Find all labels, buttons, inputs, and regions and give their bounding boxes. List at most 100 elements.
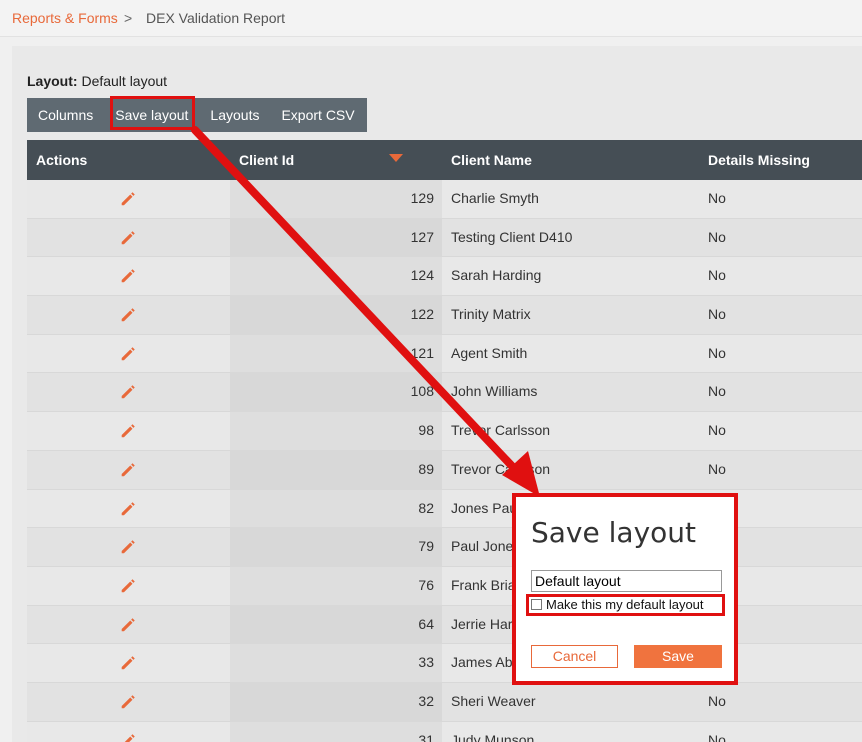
client-name-value: John Williams [451, 383, 538, 400]
client-name-cell: Sheri Weaver [442, 682, 698, 721]
details-missing-value: No [708, 190, 726, 206]
breadcrumb: Reports & Forms > DEX Validation Report [0, 0, 862, 37]
table-row: 121 Agent Smith No [27, 334, 862, 374]
client-name-value: Jones Pau [451, 499, 518, 516]
details-missing-cell: No [698, 334, 862, 373]
actions-cell [27, 334, 230, 373]
table-row: 124 Sarah Harding No [27, 257, 862, 297]
pencil-edit-icon[interactable] [119, 229, 137, 247]
layout-value: Default layout [81, 73, 168, 89]
details-missing-cell: No [698, 412, 862, 450]
actions-cell [27, 412, 230, 450]
client-name-cell: Trevor Carlsson [442, 450, 698, 489]
table-row: 32 Sheri Weaver No [27, 682, 862, 722]
details-missing-cell: No [698, 450, 862, 489]
pencil-edit-icon[interactable] [119, 267, 137, 285]
layout-name-input[interactable] [531, 570, 722, 592]
client-name-value: James Ab [451, 654, 513, 671]
client-id-value: 76 [418, 576, 434, 593]
client-name-value: Trevor Carlsson [451, 460, 551, 477]
client-name-value: Agent Smith [451, 344, 528, 361]
save-button[interactable]: Save [634, 645, 722, 668]
client-id-cell: 122 [230, 296, 442, 334]
details-missing-value: No [708, 344, 726, 361]
default-layout-checkbox-label[interactable]: Make this my default layout [546, 597, 704, 612]
client-id-value: 129 [410, 190, 434, 206]
details-missing-value: No [708, 267, 726, 284]
client-id-value: 82 [418, 499, 434, 516]
client-id-cell: 82 [230, 489, 442, 528]
pencil-edit-icon[interactable] [119, 190, 137, 208]
header-details-missing[interactable]: Details Missing [708, 140, 810, 180]
pencil-edit-icon[interactable] [119, 732, 137, 742]
details-missing-cell: No [698, 682, 862, 721]
client-name-cell: Charlie Smyth [442, 180, 698, 218]
client-name-cell: Testing Client D410 [442, 218, 698, 257]
client-name-value: Sheri Weaver [451, 692, 536, 709]
header-client-name[interactable]: Client Name [451, 140, 532, 180]
pencil-edit-icon[interactable] [119, 654, 137, 672]
layouts-button[interactable]: Layouts [199, 98, 270, 132]
breadcrumb-reports-forms-link[interactable]: Reports & Forms [12, 0, 118, 36]
pencil-edit-icon[interactable] [119, 345, 137, 363]
client-name-value: Charlie Smyth [451, 190, 539, 206]
columns-button[interactable]: Columns [27, 98, 104, 132]
pencil-edit-icon[interactable] [119, 306, 137, 324]
client-id-cell: 76 [230, 566, 442, 605]
client-id-cell: 32 [230, 682, 442, 721]
pencil-edit-icon[interactable] [119, 616, 137, 634]
client-name-value: Sarah Harding [451, 267, 542, 284]
client-id-value: 64 [418, 615, 434, 632]
header-actions: Actions [36, 152, 88, 168]
client-id-value: 122 [410, 306, 434, 323]
actions-cell [27, 566, 230, 605]
client-id-cell: 31 [230, 721, 442, 742]
pencil-edit-icon[interactable] [119, 577, 137, 595]
client-name-cell: Trinity Matrix [442, 296, 698, 334]
table-row: 127 Testing Client D410 No [27, 218, 862, 258]
table-row: 31 Judy Munson No [27, 721, 862, 742]
client-name-cell: Judy Munson [442, 721, 698, 742]
pencil-edit-icon[interactable] [119, 422, 137, 440]
client-id-cell: 79 [230, 528, 442, 566]
client-name-value: Jerrie Har [451, 615, 513, 632]
client-id-cell: 127 [230, 218, 442, 257]
actions-cell [27, 682, 230, 721]
client-id-value: 89 [418, 460, 434, 477]
pencil-edit-icon[interactable] [119, 383, 137, 401]
header-client-id[interactable]: Client Id [239, 140, 294, 180]
client-id-cell: 33 [230, 644, 442, 682]
details-missing-value: No [708, 460, 726, 477]
client-id-value: 121 [410, 344, 434, 361]
pencil-edit-icon[interactable] [119, 538, 137, 556]
actions-cell [27, 721, 230, 742]
grid-header: Actions Client Id Client Name Details Mi… [27, 140, 862, 180]
export-csv-button[interactable]: Export CSV [270, 98, 365, 132]
details-missing-cell: No [698, 373, 862, 412]
actions-cell [27, 257, 230, 296]
default-layout-checkbox[interactable] [531, 599, 542, 610]
client-id-value: 79 [418, 538, 434, 555]
cancel-button[interactable]: Cancel [531, 645, 618, 668]
client-name-cell: Agent Smith [442, 334, 698, 373]
save-layout-highlight [110, 96, 195, 130]
details-missing-value: No [708, 692, 726, 709]
details-missing-value: No [708, 422, 726, 439]
pencil-edit-icon[interactable] [119, 693, 137, 711]
client-name-cell: Sarah Harding [442, 257, 698, 296]
client-id-cell: 124 [230, 257, 442, 296]
client-name-value: Testing Client D410 [451, 228, 573, 245]
table-row: 98 Trevor Carlsson No [27, 412, 862, 451]
client-name-value: Frank Bria [451, 576, 516, 593]
client-id-value: 127 [410, 228, 434, 245]
sort-descending-icon[interactable] [389, 154, 403, 162]
actions-cell [27, 489, 230, 528]
pencil-edit-icon[interactable] [119, 500, 137, 518]
pencil-edit-icon[interactable] [119, 461, 137, 479]
details-missing-cell: No [698, 296, 862, 334]
table-row: 129 Charlie Smyth No [27, 180, 862, 219]
details-missing-cell: No [698, 721, 862, 742]
client-id-value: 124 [410, 267, 434, 284]
client-id-value: 32 [418, 692, 434, 709]
client-name-cell: John Williams [442, 373, 698, 412]
